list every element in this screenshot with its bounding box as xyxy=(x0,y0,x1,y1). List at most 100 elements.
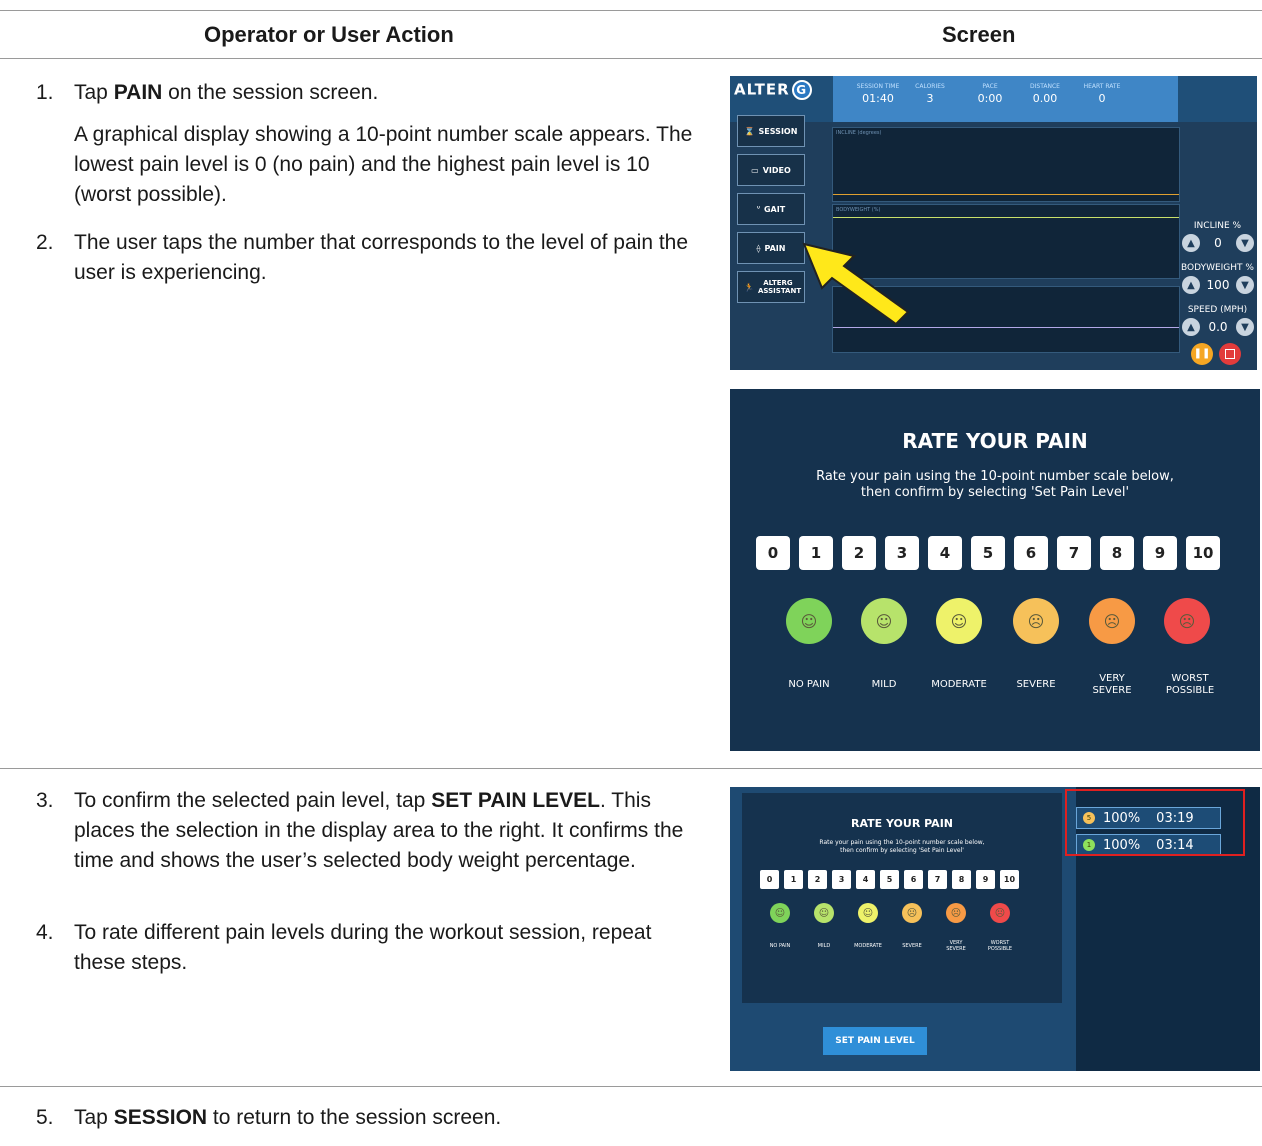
pain-number-button[interactable]: 10 xyxy=(1000,870,1019,889)
nav-pain-button[interactable]: ⟠ PAIN xyxy=(737,232,805,264)
face-severe-icon: ☹ xyxy=(902,903,922,923)
face-label: SEVERE xyxy=(1016,679,1056,690)
pain-number-button[interactable]: 2 xyxy=(842,536,876,570)
alterg-logo: ALTER G xyxy=(734,80,812,100)
section-rule xyxy=(0,768,1262,769)
pain-number-button[interactable]: 9 xyxy=(1143,536,1177,570)
pain-number-button[interactable]: 2 xyxy=(808,870,827,889)
step-1-instruction: Tap PAIN on the session screen. xyxy=(74,81,379,104)
face-no-pain-icon: ☺ xyxy=(770,903,790,923)
pain-number-button[interactable]: 8 xyxy=(952,870,971,889)
pain-number-button[interactable]: 9 xyxy=(976,870,995,889)
face-label: NO PAIN xyxy=(769,943,791,949)
incline-graph: INCLINE (degrees) xyxy=(832,127,1180,202)
pain-number-button[interactable]: 3 xyxy=(832,870,851,889)
pain-number-button[interactable]: 3 xyxy=(885,536,919,570)
face-moderate-icon: ☺ xyxy=(858,903,878,923)
face-moderate-icon: ☺ xyxy=(936,598,982,644)
section-rule xyxy=(0,1086,1262,1087)
step-number: 3. xyxy=(36,789,54,812)
face-severe-icon: ☹ xyxy=(1013,598,1059,644)
face-label: SEVERE xyxy=(902,943,922,949)
incline-down-button[interactable]: ▼ xyxy=(1235,234,1254,252)
face-label: VERY SEVERE xyxy=(1092,673,1132,696)
step-number: 5. xyxy=(36,1106,54,1129)
rate-pain-title: RATE YOUR PAIN xyxy=(851,817,953,830)
incline-label: INCLINE % xyxy=(1193,221,1242,231)
video-icon: ▭ xyxy=(751,165,759,175)
step-1-detail: A graphical display showing a 10-point n… xyxy=(74,123,693,206)
step-number: 2. xyxy=(36,231,54,254)
column-header-action: Operator or User Action xyxy=(204,22,454,47)
stat-heart-rate: HEART RATE 0 xyxy=(1083,83,1121,105)
bodyweight-label: BODYWEIGHT % xyxy=(1181,263,1254,273)
column-header-screen: Screen xyxy=(942,22,1016,47)
pain-number-button[interactable]: 4 xyxy=(856,870,875,889)
speed-up-button[interactable]: ▲ xyxy=(1182,318,1200,336)
pain-number-button[interactable]: 0 xyxy=(756,536,790,570)
speed-down-button[interactable]: ▼ xyxy=(1236,318,1254,336)
incline-line xyxy=(833,194,1179,195)
bodyweight-up-button[interactable]: ▲ xyxy=(1182,276,1200,294)
top-rule xyxy=(0,10,1262,11)
stat-session-time: SESSION TIME 01:40 xyxy=(856,83,900,105)
nav-alterg-assistant-button[interactable]: 🏃 ALTERG ASSISTANT xyxy=(737,271,805,303)
pain-number-button[interactable]: 1 xyxy=(799,536,833,570)
stat-calories: CALORIES 3 xyxy=(915,83,945,105)
pain-number-row: 0 1 2 3 4 5 6 7 8 9 10 xyxy=(756,536,1220,570)
step-5-text: Tap SESSION to return to the session scr… xyxy=(74,1106,502,1129)
pain-number-button[interactable]: 5 xyxy=(880,870,899,889)
face-label: MILD xyxy=(817,943,831,949)
pain-number-button[interactable]: 8 xyxy=(1100,536,1134,570)
face-label: WORST POSSIBLE xyxy=(1165,673,1215,696)
pain-icon: ⟠ xyxy=(756,243,761,253)
rate-pain-screen: RATE YOUR PAIN Rate your pain using the … xyxy=(730,389,1260,751)
nav-gait-button[interactable]: ᐡ GAIT xyxy=(737,193,805,225)
stat-pace: PACE 0:00 xyxy=(977,83,1003,105)
pain-number-button[interactable]: 4 xyxy=(928,536,962,570)
incline-control: ▲ 0 ▼ xyxy=(1182,233,1254,253)
pain-number-button[interactable]: 0 xyxy=(760,870,779,889)
step-number: 4. xyxy=(36,921,54,944)
face-mild-icon: ☺ xyxy=(814,903,834,923)
face-worst-possible-icon: ☹ xyxy=(1164,598,1210,644)
set-pain-level-button[interactable]: SET PAIN LEVEL xyxy=(823,1027,927,1055)
nav-session-button[interactable]: ⌛ SESSION xyxy=(737,115,805,147)
pain-number-button[interactable]: 7 xyxy=(928,870,947,889)
session-screen: ALTER G SESSION TIME 01:40 CALORIES 3 PACE 0… xyxy=(730,76,1257,370)
pain-number-button[interactable]: 6 xyxy=(1014,536,1048,570)
pointer-arrow-icon xyxy=(802,242,910,326)
pain-number-button[interactable]: 1 xyxy=(784,870,803,889)
step-4: 4. To rate different pain levels during … xyxy=(36,918,696,990)
step-4-text: To rate different pain levels during the… xyxy=(74,921,652,974)
highlight-box xyxy=(1065,789,1245,856)
pain-number-button[interactable]: 10 xyxy=(1186,536,1220,570)
step-3-text: To confirm the selected pain level, tap … xyxy=(74,789,684,872)
pain-number-button[interactable]: 7 xyxy=(1057,536,1091,570)
incline-up-button[interactable]: ▲ xyxy=(1182,234,1200,252)
header-rule xyxy=(0,58,1262,59)
pain-number-button[interactable]: 5 xyxy=(971,536,1005,570)
rate-pain-instructions: Rate your pain using the 10-point number… xyxy=(819,839,985,854)
footprint-icon: ᐡ xyxy=(756,204,760,214)
rate-pain-title: RATE YOUR PAIN xyxy=(902,429,1088,453)
pause-button[interactable]: ❚❚ xyxy=(1191,343,1213,365)
step-1: 1. Tap PAIN on the session screen. A gra… xyxy=(36,78,696,222)
step-3: 3. To confirm the selected pain level, t… xyxy=(36,786,696,888)
nav-video-button[interactable]: ▭ VIDEO xyxy=(737,154,805,186)
stat-distance: DISTANCE 0.00 xyxy=(1030,83,1060,105)
step-5: 5. Tap SESSION to return to the session … xyxy=(36,1103,696,1145)
face-mild-icon: ☺ xyxy=(861,598,907,644)
face-no-pain-icon: ☺ xyxy=(786,598,832,644)
bodyweight-control: ▲ 100 ▼ xyxy=(1182,275,1254,295)
step-number: 1. xyxy=(36,81,54,104)
rate-pain-panel: RATE YOUR PAIN Rate your pain using the … xyxy=(742,793,1062,1003)
face-worst-possible-icon: ☹ xyxy=(990,903,1010,923)
stop-button[interactable] xyxy=(1219,343,1241,365)
step-2: 2. The user taps the number that corresp… xyxy=(36,228,696,300)
face-label: VERY SEVERE xyxy=(946,940,966,952)
face-very-severe-icon: ☹ xyxy=(946,903,966,923)
pain-number-button[interactable]: 6 xyxy=(904,870,923,889)
bodyweight-down-button[interactable]: ▼ xyxy=(1236,276,1254,294)
runner-icon: 🏃 xyxy=(744,282,754,292)
